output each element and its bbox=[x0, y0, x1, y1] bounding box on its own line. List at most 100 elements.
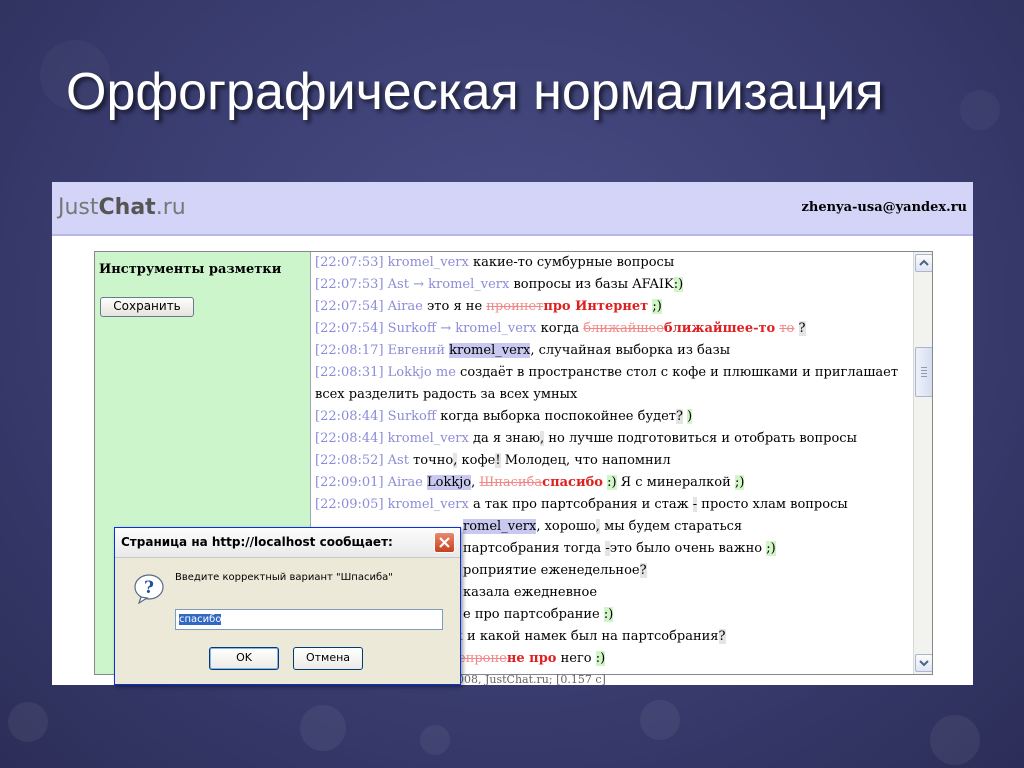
scroll-thumb[interactable] bbox=[915, 347, 932, 397]
message-text: это я не bbox=[427, 299, 483, 314]
chevron-down-icon bbox=[919, 660, 929, 667]
nickname[interactable]: Surkoff bbox=[388, 409, 436, 424]
correction-input[interactable]: спасибо bbox=[175, 609, 443, 630]
chat-message: [22:08:31] Lokkjo me создаёт в пространс… bbox=[315, 362, 911, 406]
background-decoration bbox=[640, 700, 680, 740]
addressee[interactable]: kromel_verx bbox=[428, 277, 509, 292]
timestamp: [22:08:44] bbox=[315, 431, 384, 446]
deleted-token: ближайшее bbox=[583, 321, 664, 336]
message-text: партсобрания тогда bbox=[463, 541, 602, 556]
message-text: роприятие еженедельное bbox=[463, 563, 640, 578]
corrected-token[interactable]: спасибо bbox=[542, 475, 603, 490]
nickname[interactable]: kromel_verx bbox=[388, 255, 469, 270]
dialog-prompt: Введите корректный вариант "Шпасиба" bbox=[175, 572, 393, 583]
nickname[interactable]: Ast bbox=[388, 277, 409, 292]
chat-message: епронене про него :) bbox=[458, 648, 913, 670]
message-text: точно bbox=[413, 453, 454, 468]
dialog-titlebar[interactable]: Страница на http://localhost сообщает: bbox=[115, 528, 460, 558]
nickname[interactable]: Surkoff bbox=[388, 321, 436, 336]
timestamp: [22:08:17] bbox=[315, 343, 384, 358]
smiley-token[interactable]: :) bbox=[603, 607, 614, 622]
timestamp: [22:08:44] bbox=[315, 409, 384, 424]
punctuation-token[interactable]: ? bbox=[718, 629, 726, 644]
smiley-token[interactable]: ;) bbox=[766, 541, 776, 556]
chat-message: [22:09:05] kromel_verx а так про партсоб… bbox=[315, 494, 911, 516]
nickname[interactable]: kromel_verx bbox=[388, 497, 469, 512]
site-header: JustChat.ru zhenya-usa@yandex.ru bbox=[52, 182, 973, 236]
punctuation-token[interactable]: ? bbox=[639, 563, 647, 578]
chat-message: [22:08:44] Surkoff когда выборка поспоко… bbox=[315, 406, 911, 428]
addressee[interactable]: kromel_verx bbox=[455, 321, 536, 336]
smiley-token[interactable]: :) bbox=[595, 651, 606, 666]
chat-message: [22:07:54] Surkoff → kromel_verx когда б… bbox=[315, 318, 911, 340]
deleted-token: Шпасиба bbox=[479, 475, 543, 490]
highlighted-name[interactable]: Lokkjo bbox=[427, 475, 472, 490]
punctuation-token[interactable]: , bbox=[453, 453, 458, 468]
background-decoration bbox=[420, 725, 450, 755]
close-icon bbox=[439, 537, 450, 548]
scroll-up-button[interactable] bbox=[915, 254, 932, 272]
corrected-token[interactable]: не про bbox=[507, 651, 557, 666]
timestamp: [22:09:01] bbox=[315, 475, 384, 490]
nickname[interactable]: Airae bbox=[388, 475, 423, 490]
background-decoration bbox=[930, 715, 980, 765]
corrected-token[interactable]: про Интернет bbox=[543, 299, 648, 314]
chat-message: партсобрания тогда -это было очень важно… bbox=[463, 538, 913, 560]
cancel-button[interactable]: Отмена bbox=[293, 647, 363, 670]
chat-message: е про партсобрание :) bbox=[463, 604, 913, 626]
smiley-token[interactable]: ;) bbox=[734, 475, 745, 490]
chat-message: [22:08:52] Ast точно, кофе! Молодец, что… bbox=[315, 450, 911, 472]
smiley-token[interactable]: ;) bbox=[652, 299, 662, 314]
user-email[interactable]: zhenya-usa@yandex.ru bbox=[802, 200, 968, 215]
message-text: е про партсобрание bbox=[463, 607, 600, 622]
dialog-close-button[interactable] bbox=[434, 532, 455, 553]
message-text: Молодец, что напомнил bbox=[504, 453, 671, 468]
highlighted-name[interactable]: romel_verx bbox=[463, 519, 537, 534]
punctuation-token[interactable]: ? bbox=[798, 321, 806, 336]
chat-message: [22:07:53] Ast → kromel_verx вопросы из … bbox=[315, 274, 911, 296]
timestamp: [22:07:53] bbox=[315, 255, 384, 270]
punctuation-token[interactable]: ? bbox=[675, 409, 683, 424]
scroll-down-button[interactable] bbox=[915, 654, 932, 672]
question-icon: ? bbox=[134, 574, 164, 604]
nickname[interactable]: Евгений bbox=[388, 343, 445, 358]
ok-button[interactable]: OK bbox=[209, 647, 279, 670]
punctuation-token[interactable]: - bbox=[692, 497, 698, 512]
chat-message: romel_verx, хорошо, мы будем стараться bbox=[463, 516, 913, 538]
nickname[interactable]: Lokkjo me bbox=[388, 365, 456, 380]
timestamp: [22:07:54] bbox=[315, 299, 384, 314]
timestamp: [22:08:31] bbox=[315, 365, 384, 380]
punctuation-token[interactable]: , bbox=[540, 431, 545, 446]
message-text: какие-то сумбурные вопросы bbox=[473, 255, 675, 270]
highlighted-name[interactable]: kromel_verx bbox=[449, 343, 531, 358]
nickname[interactable]: Airae bbox=[388, 299, 423, 314]
message-text: когда bbox=[540, 321, 580, 336]
arrow-icon: → bbox=[440, 321, 452, 336]
prompt-dialog: Страница на http://localhost сообщает: ?… bbox=[114, 527, 461, 685]
nickname[interactable]: kromel_verx bbox=[388, 431, 469, 446]
arrow-icon: → bbox=[413, 277, 425, 292]
punctuation-token[interactable]: ! bbox=[495, 453, 501, 468]
timestamp: [22:07:54] bbox=[315, 321, 384, 336]
background-decoration bbox=[960, 90, 1000, 130]
chat-scrollbar[interactable] bbox=[913, 252, 932, 674]
message-text: но лучше подготовиться и отобрать вопрос… bbox=[548, 431, 857, 446]
svg-text:?: ? bbox=[144, 578, 154, 598]
logo-suffix: .ru bbox=[155, 195, 186, 220]
correction-input-value: спасибо bbox=[179, 614, 222, 625]
message-text: казала ежедневное bbox=[463, 585, 598, 600]
message-text: вопросы из базы AFAIK bbox=[513, 277, 674, 292]
site-logo[interactable]: JustChat.ru bbox=[58, 195, 186, 220]
smiley-token[interactable]: :) bbox=[673, 277, 684, 292]
save-button[interactable]: Сохранить bbox=[100, 297, 194, 317]
nickname[interactable]: Ast bbox=[388, 453, 409, 468]
smiley-token[interactable]: ) bbox=[687, 409, 693, 424]
chat-message: [22:08:44] kromel_verx да я знаю, но луч… bbox=[315, 428, 911, 450]
chat-message: [22:09:01] Airae Lokkjo, Шпасибаспасибо … bbox=[315, 472, 911, 494]
message-text: когда выборка поспокойнее будет bbox=[440, 409, 676, 424]
chat-message: k и какой намек был на партсобрания? bbox=[455, 626, 913, 648]
chat-message: роприятие еженедельное? bbox=[463, 560, 913, 582]
corrected-token[interactable]: ближайшее-то bbox=[664, 321, 775, 336]
punctuation-token[interactable]: , bbox=[595, 519, 600, 534]
smiley-token[interactable]: :) bbox=[607, 475, 617, 490]
